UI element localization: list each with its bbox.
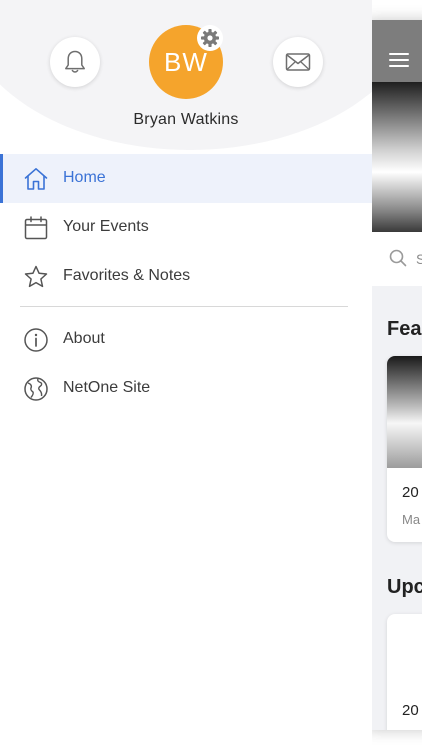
featured-section-title: Fea	[387, 318, 422, 340]
featured-card-year: 20	[402, 484, 419, 501]
search-bar[interactable]: S	[372, 232, 422, 286]
menu-icon[interactable]	[389, 53, 409, 67]
nav-item-about[interactable]: About	[0, 315, 372, 364]
nav-item-label: Home	[63, 169, 106, 186]
user-name: Bryan Watkins	[133, 111, 239, 128]
menu-divider	[20, 306, 348, 307]
upcoming-card-year: 20	[402, 702, 419, 719]
nav-item-netone-site[interactable]: NetOne Site	[0, 364, 372, 413]
nav-item-home[interactable]: Home	[0, 154, 372, 203]
featured-card[interactable]: 20 Ma	[387, 356, 422, 542]
star-icon	[24, 265, 48, 288]
envelope-icon	[285, 53, 311, 71]
nav-item-favorites-notes[interactable]: Favorites & Notes	[0, 252, 372, 301]
main-header	[372, 20, 422, 82]
featured-card-image	[387, 356, 422, 468]
messages-button[interactable]	[273, 37, 323, 87]
search-placeholder: S	[416, 251, 422, 267]
nav-item-label: Favorites & Notes	[63, 267, 191, 284]
gear-icon	[201, 29, 219, 47]
settings-button[interactable]	[197, 25, 223, 51]
calendar-icon	[24, 216, 48, 240]
featured-card-subtitle: Ma	[402, 512, 421, 527]
main-screen: S Fea 20 Ma Upc 20	[372, 20, 422, 730]
nav-item-label: NetOne Site	[63, 379, 151, 396]
bell-icon	[65, 50, 85, 73]
info-icon	[24, 328, 48, 352]
globe-icon	[24, 377, 48, 401]
search-icon	[389, 249, 407, 267]
home-icon	[24, 168, 48, 190]
avatar-initials: BW	[164, 46, 208, 77]
upcoming-section-title: Upc	[387, 576, 422, 598]
hero-banner[interactable]	[372, 82, 422, 232]
notifications-button[interactable]	[50, 37, 100, 87]
upcoming-card[interactable]: 20	[387, 614, 422, 730]
side-drawer: BW Bryan Watkins Home Your Events Favori…	[0, 0, 372, 750]
nav-item-your-events[interactable]: Your Events	[0, 203, 372, 252]
nav-item-label: About	[63, 330, 105, 347]
nav-item-label: Your Events	[63, 218, 149, 235]
